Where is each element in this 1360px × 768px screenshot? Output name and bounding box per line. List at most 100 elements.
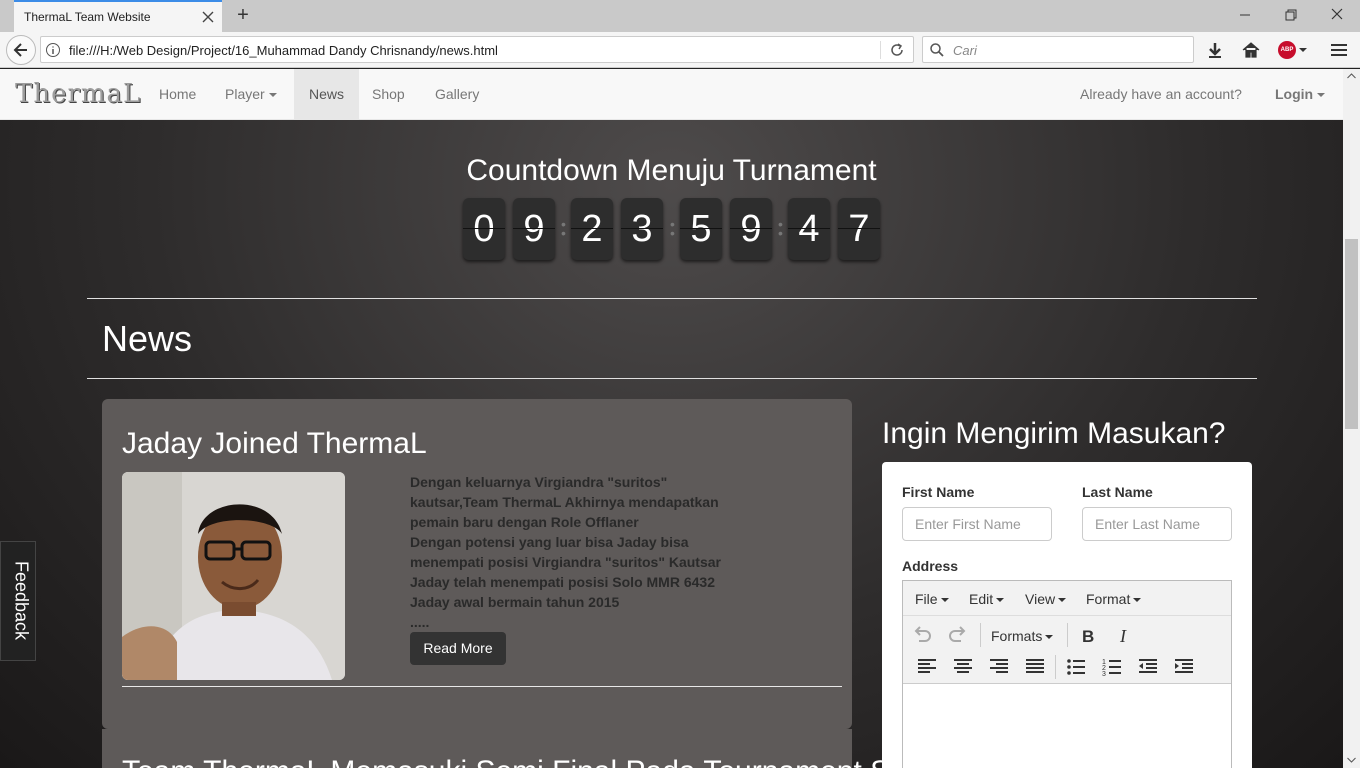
search-bar[interactable]: Cari <box>922 36 1194 63</box>
countdown-digit: 9 <box>730 198 772 260</box>
player-photo <box>122 472 345 680</box>
editor-menu-label: Format <box>1086 591 1131 607</box>
countdown-title: Countdown Menuju Turnament <box>466 154 877 187</box>
search-placeholder: Cari <box>953 43 977 58</box>
toolbar-separator <box>1067 623 1068 647</box>
last-name-field[interactable]: Enter Last Name <box>1082 507 1232 541</box>
close-tab-icon[interactable] <box>200 9 216 25</box>
account-prompt[interactable]: Already have an account? <box>1080 69 1242 119</box>
news-card: Team ThermaL Memasuki Semi Final Pada To… <box>102 729 972 768</box>
countdown-digit: 4 <box>788 198 830 260</box>
editor-menu-format[interactable]: Format <box>1086 591 1142 607</box>
countdown-digit: 2 <box>571 198 613 260</box>
feedback-tab[interactable]: Feedback <box>0 541 36 661</box>
editor-menu-edit[interactable]: Edit <box>969 591 1005 607</box>
browser-tab[interactable]: ThermaL Team Website <box>14 0 222 32</box>
info-icon[interactable] <box>45 42 61 58</box>
undo-icon[interactable] <box>909 622 935 648</box>
divider <box>87 298 1257 299</box>
back-button[interactable] <box>6 35 36 65</box>
toolbar-separator <box>980 623 981 647</box>
page-scrollbar[interactable] <box>1343 69 1360 768</box>
feedback-form-title: Ingin Mengirim Masukan? <box>882 417 1226 450</box>
scrollbar-thumb[interactable] <box>1345 239 1358 429</box>
caret-down-icon <box>1133 598 1142 603</box>
article-text: Dengan keluarnya Virgiandra "suritos" ka… <box>410 472 750 632</box>
restore-icon[interactable] <box>1276 5 1306 25</box>
article-line: Jaday awal bermain tahun 2015 <box>410 594 620 610</box>
rich-text-editor: File Edit View Format Formats B I 123 <box>902 580 1232 768</box>
align-left-icon[interactable] <box>914 654 940 680</box>
menu-icon[interactable] <box>1329 40 1349 60</box>
editor-menu-label: File <box>915 591 938 607</box>
numbered-list-icon[interactable]: 123 <box>1099 654 1125 680</box>
bullet-list-icon[interactable] <box>1063 654 1089 680</box>
article-line: ..... <box>410 614 430 630</box>
align-center-icon[interactable] <box>950 654 976 680</box>
caret-down-icon <box>1058 598 1067 603</box>
adblock-icon[interactable]: ABP <box>1278 41 1296 59</box>
login-label: Login <box>1275 86 1314 102</box>
first-name-field[interactable]: Enter First Name <box>902 507 1052 541</box>
download-icon[interactable] <box>1205 40 1225 60</box>
countdown-separator: • • <box>561 216 566 241</box>
redo-icon[interactable] <box>945 622 971 648</box>
card-divider <box>122 686 842 687</box>
svg-text:B: B <box>1082 627 1094 646</box>
nav-player[interactable]: Player <box>210 69 292 119</box>
svg-text:I: I <box>1119 626 1127 646</box>
minimize-icon[interactable] <box>1230 5 1260 25</box>
player-photo-image <box>122 472 345 680</box>
nav-player-label: Player <box>225 86 265 102</box>
italic-icon[interactable]: I <box>1111 622 1137 648</box>
feedback-form: First Name Enter First Name Last Name En… <box>882 462 1252 768</box>
browser-toolbar: file:///H:/Web Design/Project/16_Muhamma… <box>0 32 1360 68</box>
browser-tabbar: ThermaL Team Website + <box>0 0 1360 32</box>
outdent-icon[interactable] <box>1135 654 1161 680</box>
countdown-digit: 5 <box>680 198 722 260</box>
article-line: menempati posisi Virgiandra "suritos" Ka… <box>410 554 721 570</box>
caret-down-icon <box>1317 93 1326 98</box>
indent-icon[interactable] <box>1171 654 1197 680</box>
toolbar-separator <box>1055 655 1056 679</box>
caret-down-icon <box>1045 635 1054 640</box>
countdown-separator: • • <box>778 216 783 241</box>
countdown-separator: • • <box>670 216 675 241</box>
tab-title: ThermaL Team Website <box>24 10 151 24</box>
nav-home[interactable]: Home <box>144 69 211 119</box>
align-right-icon[interactable] <box>986 654 1012 680</box>
editor-menu-file[interactable]: File <box>915 591 949 607</box>
caret-down-icon <box>996 598 1005 603</box>
countdown-digit: 7 <box>838 198 880 260</box>
editor-menubar: File Edit View Format <box>903 581 1231 616</box>
url-text[interactable]: file:///H:/Web Design/Project/16_Muhamma… <box>69 43 498 58</box>
nav-shop[interactable]: Shop <box>357 69 420 119</box>
countdown-digit: 9 <box>513 198 555 260</box>
nav-news[interactable]: News <box>294 69 360 119</box>
chevron-down-icon[interactable] <box>1298 46 1308 54</box>
read-more-button[interactable]: Read More <box>410 632 506 665</box>
article-title: Team ThermaL Memasuki Semi Final Pada To… <box>122 755 972 768</box>
reload-icon[interactable] <box>889 42 905 58</box>
scroll-down-icon[interactable] <box>1347 757 1356 763</box>
scroll-up-icon[interactable] <box>1347 73 1356 79</box>
brand-logo[interactable]: ThermaL <box>15 79 141 109</box>
align-justify-icon[interactable] <box>1022 654 1048 680</box>
article-line: Jaday telah menempati posisi Solo MMR 64… <box>410 574 715 590</box>
login-dropdown[interactable]: Login <box>1275 69 1326 119</box>
nav-gallery[interactable]: Gallery <box>420 69 494 119</box>
editor-formats-dropdown[interactable]: Formats <box>991 628 1054 644</box>
search-icon <box>930 43 944 57</box>
editor-menu-label: Edit <box>969 591 994 607</box>
editor-menu-view[interactable]: View <box>1025 591 1067 607</box>
bold-icon[interactable]: B <box>1075 622 1101 648</box>
main-content: Countdown Menuju Turnament 0 9 • • 2 3 • •… <box>0 120 1343 768</box>
close-window-icon[interactable] <box>1322 5 1352 25</box>
divider <box>87 378 1257 379</box>
url-bar[interactable]: file:///H:/Web Design/Project/16_Muhamma… <box>40 36 914 63</box>
caret-down-icon <box>268 93 277 98</box>
article-line: kautsar,Team ThermaL Akhirnya mendapatka… <box>410 494 719 510</box>
countdown-digit: 3 <box>621 198 663 260</box>
home-icon[interactable] <box>1241 40 1261 60</box>
new-tab-button[interactable]: + <box>233 5 253 25</box>
